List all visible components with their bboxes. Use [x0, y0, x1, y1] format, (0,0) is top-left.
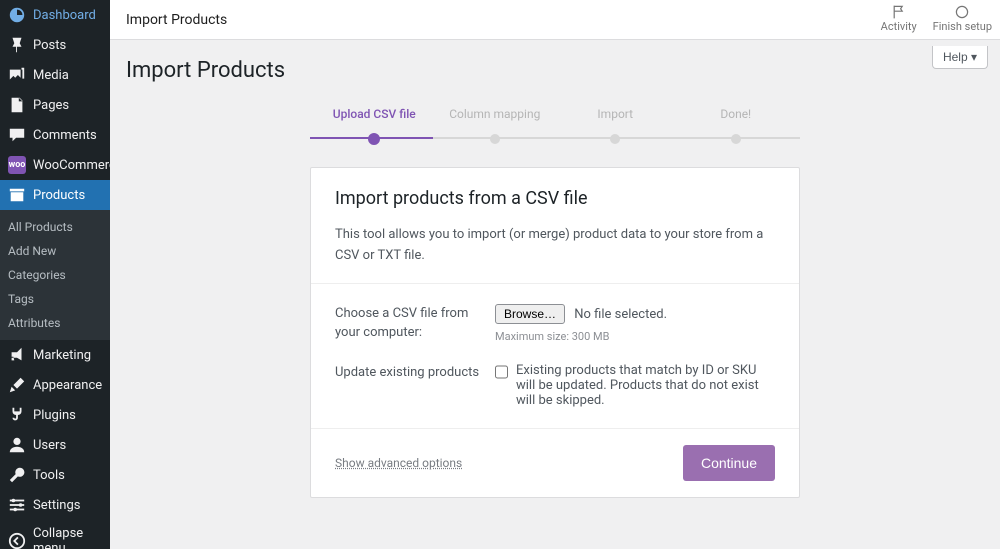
media-icon — [8, 66, 26, 84]
menu-label: Posts — [33, 38, 66, 53]
submenu-all-products[interactable]: All Products — [0, 215, 110, 239]
menu-label: Appearance — [33, 378, 102, 393]
file-status: No file selected. — [574, 307, 667, 322]
menu-label: Settings — [33, 498, 80, 513]
products-submenu: All Products Add New Categories Tags Att… — [0, 210, 110, 340]
help-button[interactable]: Help ▾ — [932, 46, 988, 69]
archive-icon — [8, 186, 26, 204]
menu-label: Dashboard — [33, 8, 96, 23]
woo-icon: woo — [8, 156, 26, 174]
sidebar-item-posts[interactable]: Posts — [0, 30, 110, 60]
menu-label: Collapse menu — [33, 526, 102, 549]
update-checkbox-row[interactable]: Existing products that match by ID or SK… — [495, 363, 775, 408]
step-label: Import — [555, 107, 676, 121]
circle-icon — [954, 4, 970, 20]
megaphone-icon — [8, 346, 26, 364]
step-dot — [610, 134, 620, 144]
main-content: Import Products Activity Finish setup He… — [110, 0, 1000, 549]
sidebar-item-users[interactable]: Users — [0, 430, 110, 460]
step-dot — [731, 134, 741, 144]
sidebar-item-collapse[interactable]: Collapse menu — [0, 520, 110, 549]
step-import: Import — [555, 107, 676, 149]
continue-button[interactable]: Continue — [683, 445, 775, 481]
brush-icon — [8, 376, 26, 394]
submenu-tags[interactable]: Tags — [0, 287, 110, 311]
step-dot — [490, 134, 500, 144]
sidebar-item-tools[interactable]: Tools — [0, 460, 110, 490]
card-description: This tool allows you to import (or merge… — [335, 225, 775, 267]
wrench-icon — [8, 466, 26, 484]
finish-label: Finish setup — [933, 20, 992, 33]
sidebar-item-marketing[interactable]: Marketing — [0, 340, 110, 370]
sidebar-item-woocommerce[interactable]: woo WooCommerce — [0, 150, 110, 180]
settings-icon — [8, 496, 26, 514]
step-dot — [368, 133, 380, 145]
sidebar-item-settings[interactable]: Settings — [0, 490, 110, 520]
collapse-icon — [8, 532, 26, 549]
advanced-options-link[interactable]: Show advanced options — [335, 456, 462, 470]
finish-setup-button[interactable]: Finish setup — [933, 4, 992, 33]
sidebar-item-media[interactable]: Media — [0, 60, 110, 90]
sidebar-item-plugins[interactable]: Plugins — [0, 400, 110, 430]
menu-label: Users — [33, 438, 66, 453]
step-label: Done! — [676, 107, 797, 121]
sidebar-item-products[interactable]: Products — [0, 180, 110, 210]
update-help-text: Existing products that match by ID or SK… — [516, 363, 775, 408]
browse-button[interactable]: Browse… — [495, 304, 565, 324]
file-label: Choose a CSV file from your computer: — [335, 304, 495, 343]
sidebar-item-pages[interactable]: Pages — [0, 90, 110, 120]
menu-label: Pages — [33, 98, 69, 113]
submenu-categories[interactable]: Categories — [0, 263, 110, 287]
page-icon — [8, 96, 26, 114]
pin-icon — [8, 36, 26, 54]
menu-label: Products — [33, 188, 85, 203]
user-icon — [8, 436, 26, 454]
submenu-attributes[interactable]: Attributes — [0, 311, 110, 335]
menu-label: Comments — [33, 128, 97, 143]
activity-label: Activity — [881, 20, 917, 33]
max-size-hint: Maximum size: 300 MB — [495, 330, 775, 343]
update-checkbox[interactable] — [495, 365, 508, 379]
step-done: Done! — [676, 107, 797, 149]
step-label: Column mapping — [435, 107, 556, 121]
admin-sidebar: Dashboard Posts Media Pages Comments woo… — [0, 0, 110, 549]
sidebar-item-dashboard[interactable]: Dashboard — [0, 0, 110, 30]
flag-icon — [891, 4, 907, 20]
plug-icon — [8, 406, 26, 424]
comment-icon — [8, 126, 26, 144]
topbar: Import Products Activity Finish setup — [110, 0, 1000, 40]
step-column-mapping: Column mapping — [435, 107, 556, 149]
sidebar-item-comments[interactable]: Comments — [0, 120, 110, 150]
import-card: Import products from a CSV file This too… — [310, 167, 800, 498]
step-upload: Upload CSV file — [314, 107, 435, 149]
update-label: Update existing products — [335, 363, 495, 408]
dashboard-icon — [8, 6, 26, 24]
page-title: Import Products — [126, 58, 984, 83]
menu-label: Marketing — [33, 348, 91, 363]
menu-label: Tools — [33, 468, 65, 483]
topbar-title: Import Products — [126, 12, 227, 28]
submenu-add-new[interactable]: Add New — [0, 239, 110, 263]
menu-label: Plugins — [33, 408, 76, 423]
step-label: Upload CSV file — [314, 107, 435, 121]
menu-label: Media — [33, 68, 69, 83]
import-stepper: Upload CSV file Column mapping Import Do… — [310, 107, 800, 149]
card-title: Import products from a CSV file — [335, 188, 775, 209]
activity-button[interactable]: Activity — [881, 4, 917, 33]
sidebar-item-appearance[interactable]: Appearance — [0, 370, 110, 400]
